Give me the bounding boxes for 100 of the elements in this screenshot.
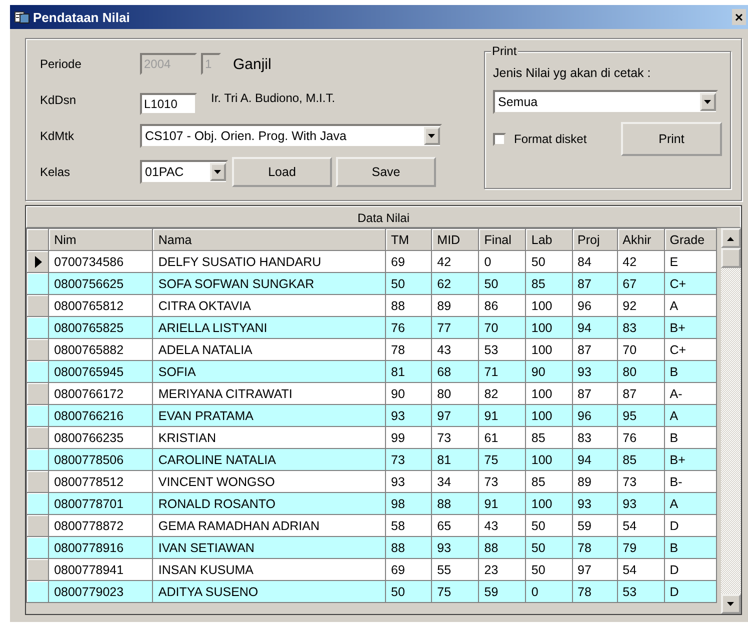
table-cell: 88 bbox=[386, 294, 432, 316]
table-cell: CITRA OKTAVIA bbox=[152, 294, 386, 316]
column-header[interactable]: TM bbox=[386, 228, 432, 250]
table-cell: 100 bbox=[526, 448, 572, 470]
table-cell: 61 bbox=[478, 426, 526, 448]
table-cell: 0800766235 bbox=[48, 426, 153, 448]
load-button[interactable]: Load bbox=[232, 157, 332, 187]
table-cell: C+ bbox=[664, 338, 717, 360]
table-cell: 0800778916 bbox=[48, 536, 153, 558]
table-cell: 87 bbox=[617, 382, 664, 404]
table-cell: 0800765825 bbox=[48, 316, 153, 338]
table-cell: 42 bbox=[617, 250, 664, 272]
table-cell: DELFY SUSATIO HANDARU bbox=[152, 250, 386, 272]
table-cell: 88 bbox=[478, 536, 526, 558]
format-disk-checkbox[interactable] bbox=[493, 132, 506, 146]
table-cell: 87 bbox=[572, 382, 618, 404]
table-cell: 90 bbox=[526, 360, 572, 382]
vertical-scrollbar[interactable] bbox=[721, 228, 741, 614]
column-header[interactable]: Nim bbox=[48, 228, 153, 250]
row-header bbox=[26, 228, 49, 250]
table-cell: 85 bbox=[617, 448, 664, 470]
table-cell: 0700734586 bbox=[48, 250, 153, 272]
save-button[interactable]: Save bbox=[336, 157, 436, 187]
scroll-thumb[interactable] bbox=[721, 248, 741, 268]
course-dropdown[interactable]: CS107 - Obj. Orien. Prog. With Java bbox=[140, 124, 442, 148]
table-cell: 70 bbox=[617, 338, 664, 360]
table-cell: 54 bbox=[617, 558, 664, 580]
field-label: Kelas bbox=[40, 165, 72, 179]
table-cell: D bbox=[664, 580, 717, 602]
table-cell: 50 bbox=[526, 250, 572, 272]
table-cell: 0800778506 bbox=[48, 448, 153, 470]
column-header[interactable]: Final bbox=[478, 228, 526, 250]
table-cell: 100 bbox=[526, 338, 572, 360]
scroll-up-button[interactable] bbox=[721, 228, 741, 248]
table-cell: 76 bbox=[386, 316, 432, 338]
column-header[interactable]: Nama bbox=[152, 228, 386, 250]
table-cell: 62 bbox=[432, 272, 479, 294]
table-cell: 100 bbox=[526, 382, 572, 404]
table-cell: 92 bbox=[617, 294, 664, 316]
table-cell: B bbox=[664, 536, 717, 558]
table-cell: 73 bbox=[617, 470, 664, 492]
table-cell: ARIELLA LISTYANI bbox=[152, 316, 386, 338]
table-cell: D bbox=[664, 514, 717, 536]
table-cell: 0800765945 bbox=[48, 360, 153, 382]
table-cell: 73 bbox=[432, 426, 479, 448]
table-cell: 43 bbox=[478, 514, 526, 536]
table-cell: 34 bbox=[432, 470, 479, 492]
table-cell: C+ bbox=[664, 272, 717, 294]
table-cell: 68 bbox=[432, 360, 479, 382]
up-arrow-icon bbox=[727, 236, 736, 240]
down-arrow-icon bbox=[727, 602, 736, 606]
table-cell: 96 bbox=[572, 404, 618, 426]
table-cell: SOFIA bbox=[152, 360, 386, 382]
table-cell: 0800765882 bbox=[48, 338, 153, 360]
row-pointer-icon bbox=[35, 256, 42, 268]
print-type-dropdown[interactable]: Semua bbox=[493, 90, 718, 114]
table-cell: 95 bbox=[617, 404, 664, 426]
table-cell: 97 bbox=[572, 558, 618, 580]
table-cell: 80 bbox=[432, 382, 479, 404]
table-cell: 77 bbox=[432, 316, 479, 338]
table-cell: 93 bbox=[572, 360, 618, 382]
table-cell: 90 bbox=[386, 382, 432, 404]
table-cell: 89 bbox=[432, 294, 479, 316]
table-cell: 50 bbox=[526, 536, 572, 558]
print-button[interactable]: Print bbox=[621, 122, 722, 156]
table-cell: 59 bbox=[478, 580, 526, 602]
table-cell: MERIYANA CITRAWATI bbox=[152, 382, 386, 404]
table-cell: 80 bbox=[617, 360, 664, 382]
table-cell: 98 bbox=[386, 492, 432, 514]
table-cell: 0800778941 bbox=[48, 558, 153, 580]
table-cell: ADITYA SUSENO bbox=[152, 580, 386, 602]
column-header[interactable]: Proj bbox=[572, 228, 618, 250]
close-button[interactable]: × bbox=[732, 9, 746, 25]
column-header[interactable]: Akhir bbox=[617, 228, 664, 250]
table-cell: 55 bbox=[432, 558, 479, 580]
lecturer-name: Ir. Tri A. Budiono, M.I.T. bbox=[211, 91, 336, 105]
row-header[interactable] bbox=[26, 250, 49, 272]
table-cell: 79 bbox=[617, 536, 664, 558]
table-cell: 88 bbox=[432, 492, 479, 514]
table-cell: 93 bbox=[386, 470, 432, 492]
table-cell: 50 bbox=[386, 580, 432, 602]
scroll-down-button[interactable] bbox=[721, 594, 741, 614]
table-cell: 0 bbox=[478, 250, 526, 272]
lecturer-code-field[interactable]: L1010 bbox=[140, 93, 197, 115]
table-cell: 83 bbox=[617, 316, 664, 338]
table-cell: 54 bbox=[617, 514, 664, 536]
table-cell: 84 bbox=[572, 250, 618, 272]
table-cell: 59 bbox=[572, 514, 618, 536]
table-cell: 75 bbox=[432, 580, 479, 602]
field-label: KdDsn bbox=[40, 93, 78, 107]
column-header[interactable]: MID bbox=[432, 228, 479, 250]
semester-name: Ganjil bbox=[233, 56, 272, 72]
group-label: Print bbox=[491, 44, 518, 58]
table-cell: VINCENT WONGSO bbox=[152, 470, 386, 492]
column-header[interactable]: Grade bbox=[664, 228, 717, 250]
table-cell: 91 bbox=[478, 492, 526, 514]
column-header[interactable]: Lab bbox=[526, 228, 572, 250]
class-dropdown[interactable]: 01PAC bbox=[140, 160, 228, 184]
table-cell: 94 bbox=[572, 316, 618, 338]
table-cell: 75 bbox=[478, 448, 526, 470]
